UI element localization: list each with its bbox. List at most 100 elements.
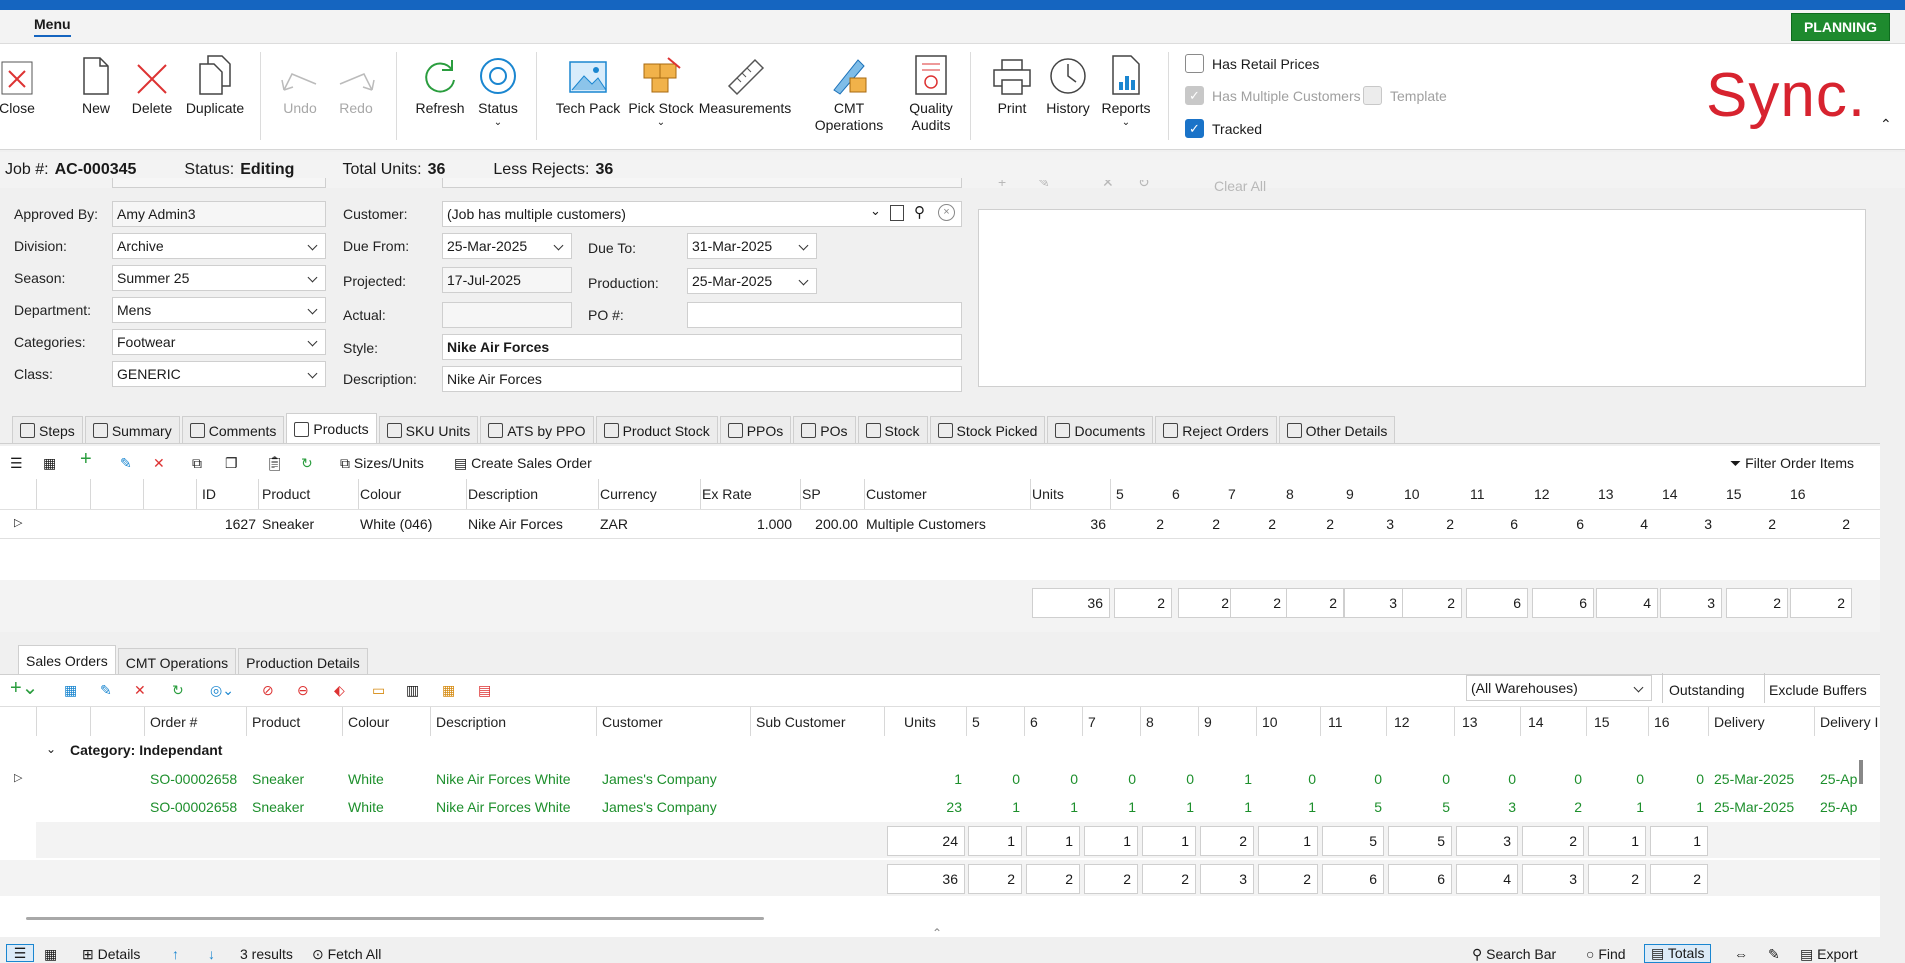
search-bar-button[interactable]: ⚲ Search Bar — [1472, 946, 1556, 963]
copy-icon[interactable] — [890, 205, 904, 221]
column-header[interactable]: 10 — [1404, 486, 1420, 502]
filter-order-items-button[interactable]: ⏷ Filter Order Items — [1730, 455, 1854, 472]
barcode-icon[interactable]: ▥ — [406, 682, 419, 699]
column-header[interactable]: 9 — [1204, 714, 1212, 730]
production-date[interactable]: 25-Mar-2025 — [687, 268, 817, 294]
column-header[interactable]: ID — [202, 486, 216, 502]
column-header[interactable]: Description — [436, 714, 506, 730]
copy-rows-icon[interactable]: ⧉ — [192, 455, 202, 472]
duplicate-button[interactable]: Duplicate — [184, 44, 246, 150]
cmt-operations-button[interactable]: CMT Operations — [800, 44, 898, 150]
column-header[interactable]: 8 — [1286, 486, 1294, 502]
card-view-icon[interactable]: ▦ — [44, 946, 57, 963]
column-header[interactable]: Order # — [150, 714, 197, 730]
tab-documents[interactable]: Documents — [1047, 416, 1154, 444]
template-checkbox[interactable]: Template — [1363, 86, 1447, 105]
print-button[interactable]: Print — [988, 44, 1036, 150]
tech-pack-button[interactable]: Tech Pack — [554, 44, 622, 150]
column-header[interactable]: 7 — [1088, 714, 1096, 730]
column-header[interactable]: 6 — [1172, 486, 1180, 502]
fit-columns-icon[interactable]: ⇔ — [1734, 946, 1748, 962]
new-button[interactable]: New — [76, 44, 116, 150]
move-down-icon[interactable]: ↓ — [208, 946, 215, 962]
categories-select[interactable]: Footwear — [112, 329, 326, 355]
tracked-checkbox[interactable]: ✓ Tracked — [1185, 119, 1262, 138]
stock-icon[interactable]: ▦ — [442, 682, 455, 699]
customer-dropdown-icon[interactable]: ⌄ — [870, 203, 881, 219]
column-header[interactable]: 14 — [1662, 486, 1678, 502]
column-header[interactable]: 11 — [1328, 714, 1343, 730]
add-note-icon[interactable]: + — [998, 180, 1006, 190]
edit-note-icon[interactable]: ✎ — [1038, 180, 1050, 191]
description-field[interactable]: Nike Air Forces — [442, 366, 962, 392]
column-header[interactable]: Sub Customer — [756, 714, 845, 730]
list-view-icon[interactable]: ☰ — [6, 944, 34, 962]
cancel-icon[interactable]: ⊘ — [262, 682, 274, 699]
expand-row-icon[interactable]: ▷ — [14, 771, 22, 784]
remove-icon[interactable]: ⊖ — [297, 682, 309, 699]
notes-area[interactable] — [978, 209, 1866, 387]
tag-icon[interactable]: ⬖ — [334, 682, 345, 699]
class-select[interactable]: GENERIC — [112, 361, 326, 387]
column-header[interactable]: Currency — [600, 486, 657, 502]
column-header[interactable]: Product — [252, 714, 300, 730]
horizontal-scrollbar[interactable] — [26, 917, 764, 920]
redo-button[interactable]: Redo — [334, 44, 378, 150]
status-icon[interactable]: ◎⌄ — [210, 682, 234, 699]
column-header[interactable]: 15 — [1726, 486, 1742, 502]
delete-note-icon[interactable]: ✕ — [1102, 180, 1114, 191]
column-header[interactable]: 9 — [1346, 486, 1354, 502]
has-retail-prices-checkbox[interactable]: Has Retail Prices — [1185, 54, 1319, 73]
paste-icon[interactable]: 📋︎ — [266, 455, 284, 472]
move-up-icon[interactable]: ↑ — [172, 946, 179, 962]
column-header[interactable]: 5 — [1116, 486, 1124, 502]
clear-icon[interactable]: × — [938, 204, 955, 221]
add-icon[interactable]: + — [80, 448, 92, 471]
column-header[interactable]: 16 — [1654, 714, 1670, 730]
column-header[interactable]: Colour — [348, 714, 389, 730]
has-multiple-customers-checkbox[interactable]: ✓ Has Multiple Customers — [1185, 86, 1361, 105]
tab-product-stock[interactable]: Product Stock — [595, 416, 718, 444]
close-button[interactable]: Close — [0, 44, 35, 150]
column-header[interactable]: 6 — [1030, 714, 1038, 730]
due-to-date[interactable]: 31-Mar-2025 — [687, 233, 817, 259]
column-header[interactable]: 7 — [1228, 486, 1236, 502]
refresh-note-icon[interactable]: ↻ — [1138, 180, 1150, 191]
tab-pos[interactable]: POs — [793, 416, 856, 444]
style-field[interactable]: Nike Air Forces — [442, 334, 962, 360]
copy-icon[interactable]: ❐ — [225, 455, 238, 472]
refresh-icon[interactable]: ↻ — [172, 682, 184, 699]
exclude-buffers-toggle[interactable]: Exclude Buffers — [1769, 682, 1867, 698]
table-row[interactable]: ▷ 1627 Sneaker White (046) Nike Air Forces ZA… — [0, 509, 1880, 539]
card-view-icon[interactable]: ▦ — [43, 455, 56, 472]
subtab-sales-orders[interactable]: Sales Orders — [18, 645, 116, 676]
column-header[interactable]: SP — [802, 486, 821, 502]
sizes-units-button[interactable]: ⧉ Sizes/Units — [340, 455, 424, 472]
tab-other-details[interactable]: Other Details — [1278, 416, 1396, 444]
column-header[interactable]: Customer — [602, 714, 663, 730]
table-row[interactable]: SO-00002658 Sneaker White Nike Air Forces W… — [0, 794, 1857, 822]
search-icon[interactable]: ⚲ — [914, 203, 925, 221]
po-number-field[interactable] — [687, 302, 962, 328]
tab-summary[interactable]: Summary — [84, 416, 180, 444]
tab-ppos[interactable]: PPOs — [719, 416, 792, 444]
column-header[interactable]: 12 — [1534, 486, 1550, 502]
edit-layout-icon[interactable]: ✎ — [1768, 946, 1780, 963]
delete-button[interactable]: Delete — [128, 44, 176, 150]
price-calc-icon[interactable]: ▦ — [64, 682, 77, 699]
column-header[interactable]: Product — [262, 486, 310, 502]
status-button[interactable]: Status ⌄ — [474, 44, 522, 150]
edit-icon[interactable]: ✎ — [120, 455, 132, 472]
delete-icon[interactable]: ✕ — [134, 682, 146, 699]
expand-row-icon[interactable]: ▷ — [14, 516, 22, 529]
column-header[interactable]: 13 — [1462, 714, 1478, 730]
column-header[interactable]: Units — [904, 714, 936, 730]
chevron-down-icon[interactable]: ⌄ — [46, 742, 56, 756]
tab-sku-units[interactable]: SKU Units — [378, 416, 479, 444]
subtab-production-details[interactable]: Production Details — [238, 648, 368, 676]
totals-button[interactable]: ▤ Totals — [1644, 944, 1712, 963]
history-button[interactable]: History — [1042, 44, 1094, 150]
tab-products[interactable]: Products — [286, 413, 377, 444]
column-header[interactable]: Delivery I — [1820, 714, 1878, 730]
due-from-date[interactable]: 25-Mar-2025 — [442, 233, 572, 259]
